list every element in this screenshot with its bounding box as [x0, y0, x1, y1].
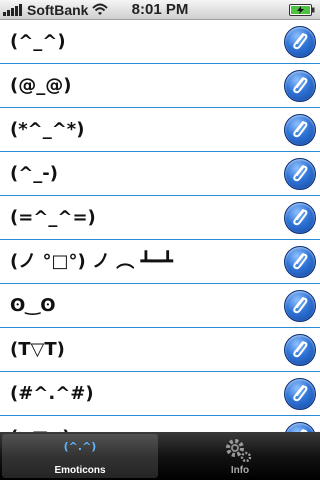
- copy-button[interactable]: [284, 246, 316, 278]
- battery-charging-icon: [289, 4, 315, 16]
- list-item[interactable]: (^_^): [0, 20, 320, 64]
- copy-button[interactable]: [284, 158, 316, 190]
- emoticon-text: (≧▽≦): [10, 416, 70, 432]
- status-time: 8:01 PM: [131, 1, 189, 18]
- paperclip-icon: [293, 33, 308, 50]
- list-item[interactable]: (^_-): [0, 152, 320, 196]
- list-item[interactable]: (@_@): [0, 64, 320, 108]
- emoticon-text: (=^_^=): [10, 207, 96, 228]
- emoticon-text: (T▽T): [10, 339, 65, 360]
- tab-emoticons[interactable]: (^.^) Emoticons: [2, 434, 158, 478]
- emoticon-text: (*^_^*): [10, 119, 85, 140]
- list-item[interactable]: (*^_^*): [0, 108, 320, 152]
- copy-button[interactable]: [284, 422, 316, 432]
- copy-button[interactable]: [284, 290, 316, 322]
- paperclip-icon: [293, 121, 308, 138]
- copy-button[interactable]: [284, 202, 316, 234]
- list-item[interactable]: (T▽T): [0, 328, 320, 372]
- paperclip-icon: [293, 77, 308, 94]
- emoticon-text: (#^.^#): [10, 383, 94, 404]
- paperclip-icon: [293, 341, 308, 358]
- emoticon-text: (@_@): [10, 75, 72, 96]
- emoticon-text: (^_-): [10, 163, 59, 184]
- emoticon-text: (^_^): [10, 31, 66, 52]
- copy-button[interactable]: [284, 378, 316, 410]
- list-item[interactable]: ʘ‿ʘ: [0, 284, 320, 328]
- copy-button[interactable]: [284, 70, 316, 102]
- paperclip-icon: [293, 165, 308, 182]
- tab-info[interactable]: Info: [162, 434, 318, 478]
- emoticon-tab-icon: (^.^): [63, 440, 97, 453]
- emoticon-list[interactable]: (^_^) (@_@) (*^_^*) (^_-) (=^_^=) (ノ °□°…: [0, 20, 320, 432]
- tab-label: Info: [230, 465, 250, 476]
- list-item[interactable]: (ノ °□°) ノ ︵ ┻━┻: [0, 240, 320, 284]
- copy-button[interactable]: [284, 114, 316, 146]
- list-item[interactable]: (=^_^=): [0, 196, 320, 240]
- gear-icon: [226, 439, 252, 463]
- tab-label: Emoticons: [54, 465, 106, 476]
- paperclip-icon: [293, 385, 308, 402]
- status-bar: SoftBank 8:01 PM: [0, 0, 320, 20]
- tab-bar: (^.^) Emoticons Info: [0, 432, 320, 480]
- list-item[interactable]: (≧▽≦): [0, 416, 320, 432]
- copy-button[interactable]: [284, 334, 316, 366]
- emoticon-text: ʘ‿ʘ: [10, 295, 56, 316]
- paperclip-icon: [293, 209, 308, 226]
- emoticon-text: (ノ °□°) ノ ︵ ┻━┻: [10, 251, 174, 272]
- list-item[interactable]: (#^.^#): [0, 372, 320, 416]
- copy-button[interactable]: [284, 26, 316, 58]
- paperclip-icon: [293, 253, 308, 270]
- paperclip-icon: [293, 297, 308, 314]
